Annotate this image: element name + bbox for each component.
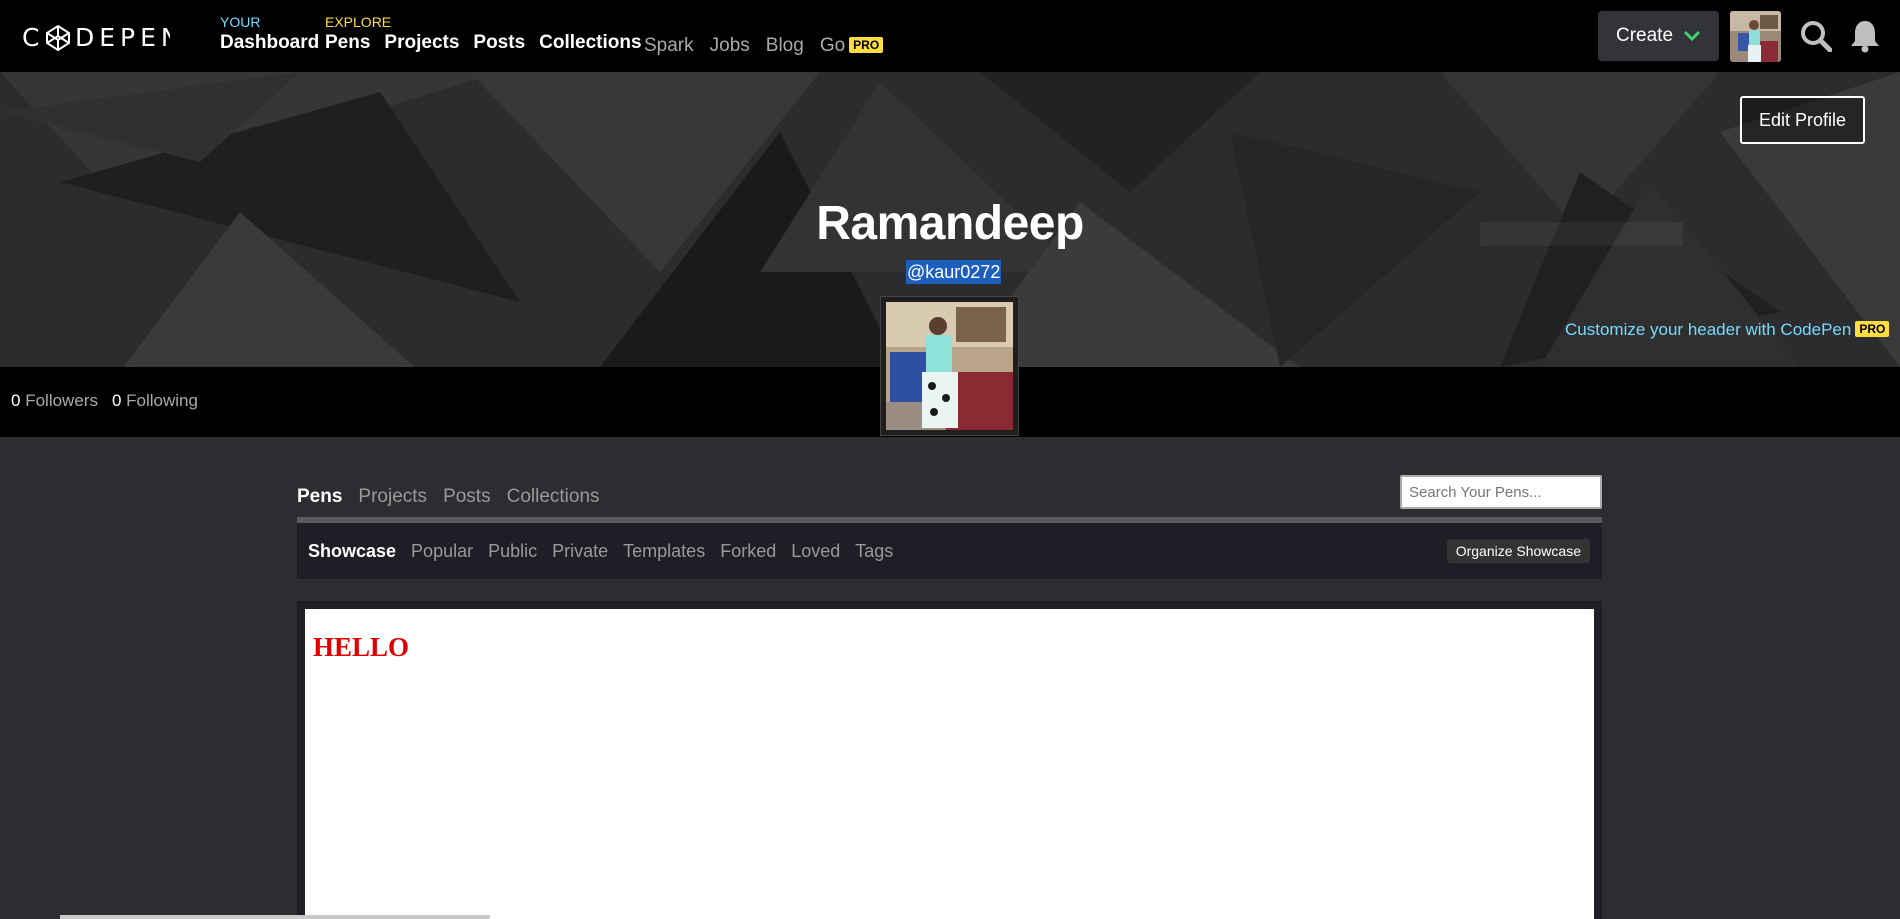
- profile-handle[interactable]: @kaur0272: [906, 260, 1002, 284]
- followers-link[interactable]: 0 Followers: [11, 391, 98, 411]
- minor-nav: Spark Jobs Blog Go PRO: [644, 34, 884, 58]
- profile-photo: [886, 302, 1013, 430]
- horizontal-scrollbar[interactable]: [60, 915, 490, 919]
- nav-pens[interactable]: Pens: [325, 31, 370, 55]
- subtab-templates[interactable]: Templates: [623, 541, 705, 562]
- customize-header-link[interactable]: Customize your header with CodePen PRO: [1565, 320, 1890, 340]
- nav-posts[interactable]: Posts: [473, 31, 525, 55]
- followers-count: 0: [11, 391, 21, 410]
- create-button[interactable]: Create: [1598, 11, 1719, 61]
- profile-picture[interactable]: [880, 296, 1019, 436]
- search-icon[interactable]: [1800, 20, 1833, 53]
- tab-posts[interactable]: Posts: [443, 486, 491, 508]
- subtab-tags[interactable]: Tags: [855, 541, 893, 562]
- nav-dashboard[interactable]: Dashboard: [220, 31, 319, 55]
- nav-blog[interactable]: Blog: [766, 34, 804, 58]
- subtab-showcase[interactable]: Showcase: [308, 541, 396, 562]
- nav-go[interactable]: Go PRO: [819, 34, 884, 58]
- explore-label: EXPLORE: [325, 14, 392, 30]
- user-avatar[interactable]: [1730, 11, 1781, 62]
- subtab-public[interactable]: Public: [488, 541, 537, 562]
- following-label: Following: [126, 391, 198, 410]
- profile-name: Ramandeep: [816, 197, 1084, 250]
- organize-showcase-button[interactable]: Organize Showcase: [1446, 539, 1590, 563]
- top-navigation-bar: C DEPEN YOUR Dashboard EXPLORE Pens Proj…: [0, 0, 1900, 72]
- svg-text:C: C: [22, 23, 43, 51]
- pen-preview[interactable]: HELLO: [305, 609, 1594, 919]
- nav-collections[interactable]: Collections: [539, 31, 641, 55]
- chevron-down-icon: [1683, 30, 1701, 42]
- following-link[interactable]: 0 Following: [112, 391, 198, 411]
- go-pro-badge: PRO: [849, 37, 884, 53]
- nav-jobs[interactable]: Jobs: [710, 34, 750, 58]
- search-pens-input[interactable]: [1400, 475, 1602, 509]
- tab-collections[interactable]: Collections: [507, 486, 600, 508]
- codepen-logo-mark: C DEPEN: [22, 23, 170, 51]
- explore-nav-group: EXPLORE Pens Projects Posts Collections: [325, 14, 642, 55]
- profile-content-tabs: Pens Projects Posts Collections: [297, 486, 600, 508]
- nav-go-label: Go: [819, 35, 846, 56]
- tab-projects[interactable]: Projects: [358, 486, 427, 508]
- follow-stats: 0 Followers 0 Following: [11, 391, 198, 411]
- your-label: YOUR: [220, 14, 261, 30]
- bell-icon[interactable]: [1850, 19, 1880, 53]
- nav-projects[interactable]: Projects: [384, 31, 459, 55]
- create-button-label: Create: [1615, 25, 1674, 46]
- avatar-photo: [1730, 11, 1781, 62]
- following-count: 0: [111, 391, 122, 410]
- subtab-private[interactable]: Private: [552, 541, 608, 562]
- customize-pro-badge: PRO: [1855, 321, 1890, 337]
- customize-header-text: Customize your header with CodePen: [1565, 320, 1852, 339]
- pens-subnav: Showcase Popular Public Private Template…: [297, 523, 1602, 579]
- nav-spark[interactable]: Spark: [644, 34, 694, 58]
- followers-label: Followers: [25, 391, 98, 410]
- subtab-loved[interactable]: Loved: [791, 541, 840, 562]
- tab-pens[interactable]: Pens: [297, 486, 342, 508]
- edit-profile-button[interactable]: Edit Profile: [1740, 96, 1865, 144]
- codepen-logo[interactable]: C DEPEN: [22, 22, 170, 52]
- pen-preview-text: HELLO: [313, 632, 410, 662]
- your-nav-group: YOUR Dashboard: [220, 14, 319, 55]
- svg-text:DEPEN: DEPEN: [75, 23, 170, 51]
- pen-card[interactable]: HELLO: [297, 601, 1602, 919]
- subtab-forked[interactable]: Forked: [720, 541, 776, 562]
- subtab-popular[interactable]: Popular: [411, 541, 473, 562]
